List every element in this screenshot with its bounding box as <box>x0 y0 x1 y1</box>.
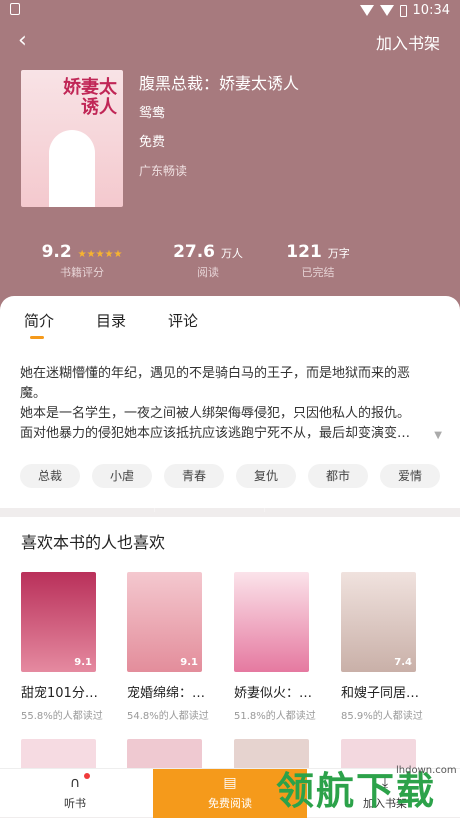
new-dot <box>84 773 90 779</box>
book-title: 腹黑总裁：娇妻太诱人 <box>139 74 300 93</box>
tag[interactable]: 复仇 <box>236 464 296 488</box>
recommend-book[interactable]: 7.4 和嫂子同居… 85.9%的人都读过 <box>341 572 431 722</box>
tag[interactable]: 总裁 <box>20 464 80 488</box>
status-time: 10:34 <box>412 3 450 18</box>
tag[interactable]: 爱情 <box>380 464 440 488</box>
tag-list: 总裁 小虐 青春 复仇 都市 爱情 <box>20 464 440 488</box>
signal-icon <box>379 5 394 16</box>
detail-tabs: 简介 目录 评论 <box>24 310 198 339</box>
stat-words: 121 万字 已完结 <box>286 242 350 279</box>
book-author[interactable]: 鸳鸯 <box>139 102 299 121</box>
stat-rating: 9.2 ★★★★★ 书籍评分 <box>41 242 123 279</box>
book-thumbnail: 9.1 <box>21 572 96 672</box>
book-thumbnail: 9.1 <box>127 572 202 672</box>
tag[interactable]: 都市 <box>308 464 368 488</box>
detail-card: 简介 目录 评论 她在迷糊懵懂的年纪，遇见的不是骑白马的王子，而是地狱而来的恶魔… <box>0 296 460 508</box>
book-price: 免费 <box>139 135 166 150</box>
wifi-icon <box>359 5 374 16</box>
rating-stars: ★★★★★ <box>77 249 123 260</box>
recommend-book[interactable]: 9.1 宠婚绵绵：… 54.8%的人都读过 <box>127 572 217 722</box>
book-stats: 9.2 ★★★★★ 书籍评分 27.6 万人 阅读 121 万字 已完结 <box>0 242 460 512</box>
tab-catalog[interactable]: 目录 <box>96 310 126 331</box>
book-thumbnail: 7.4 <box>341 572 416 672</box>
headphone-icon: ∩ <box>69 775 81 791</box>
book-source: 广东畅读 <box>139 164 188 178</box>
cover-title: 娇妻太诱人 <box>63 77 117 118</box>
tag[interactable]: 小虐 <box>92 464 152 488</box>
book-info: 腹黑总裁：娇妻太诱人 鸳鸯 免费 广东畅读 <box>139 70 299 179</box>
back-icon[interactable]: ‹ <box>18 28 27 53</box>
book-thumbnail[interactable] <box>21 739 96 769</box>
expand-icon[interactable]: ▼ <box>434 430 442 441</box>
watermark-url: lhdown.com <box>396 765 457 776</box>
book-cover: 娇妻太诱人 <box>21 70 123 207</box>
recommend-book[interactable]: 娇妻似火：… 51.8%的人都读过 <box>234 572 324 722</box>
recommend-book[interactable]: 9.1 甜宠101分… 55.8%的人都读过 <box>21 572 111 722</box>
recommend-heading: 喜欢本书的人也喜欢 <box>21 533 166 552</box>
tab-intro[interactable]: 简介 <box>24 310 54 339</box>
intro-text: 她在迷糊懵懂的年纪，遇见的不是骑白马的王子，而是地狱而来的恶魔。 她本是一名学生… <box>20 366 411 441</box>
battery-icon <box>399 4 407 17</box>
book-thumbnail[interactable] <box>127 739 202 769</box>
tag[interactable]: 青春 <box>164 464 224 488</box>
book-thumbnail <box>234 572 309 672</box>
notification-icon <box>10 3 20 15</box>
add-to-shelf-button[interactable]: 加入书架 <box>376 30 440 54</box>
tab-comments[interactable]: 评论 <box>168 310 198 331</box>
stat-readers: 27.6 万人 阅读 <box>173 242 243 279</box>
top-bar: ‹ 加入书架 <box>0 26 460 58</box>
listen-button[interactable]: ∩ 听书 <box>50 769 100 818</box>
status-bar: 10:34 <box>0 0 460 22</box>
book-header: 10:34 ‹ 加入书架 娇妻太诱人 腹黑总裁：娇妻太诱人 鸳鸯 免费 广东畅读… <box>0 0 460 512</box>
